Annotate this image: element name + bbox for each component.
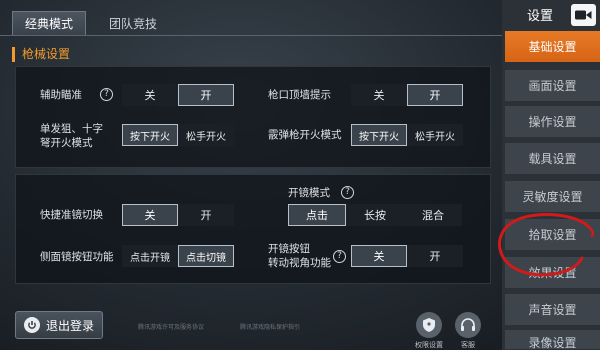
aim-assist-help-icon[interactable]: ? <box>100 88 113 101</box>
logout-button[interactable]: 退出登录 <box>15 311 103 339</box>
sidebar-item-graphics-settings[interactable]: 画面设置 <box>505 70 600 102</box>
headset-icon <box>455 312 481 338</box>
permission-settings-label: 权限设置 <box>415 341 443 349</box>
scope-rotate-view-toggle: 关 开 <box>351 245 463 267</box>
scope-settings-panel <box>15 174 491 284</box>
section-title-weapon-settings: 枪械设置 <box>12 47 70 62</box>
sidebar-item-replay-settings[interactable]: 录像设置 <box>505 330 600 350</box>
muzzle-wall-hint-on-option[interactable]: 开 <box>407 84 463 106</box>
sidebar-item-label: 录像设置 <box>528 336 577 350</box>
scope-mode-help-icon[interactable]: ? <box>341 186 354 199</box>
scope-mode-hold-option[interactable]: 长按 <box>346 204 404 226</box>
video-camera-icon[interactable] <box>571 4 596 26</box>
scope-mode-label: 开镜模式 <box>288 187 330 199</box>
aim-assist-label: 辅助瞄准 <box>40 89 82 101</box>
scope-mode-tap-option[interactable]: 点击 <box>288 204 346 226</box>
muzzle-wall-hint-toggle: 关 开 <box>351 84 463 106</box>
sniper-crossbow-fire-mode-label-line1: 单发狙、十字 <box>40 123 103 135</box>
license-agreement-link[interactable]: 腾讯游戏许可及服务协议 <box>138 322 204 331</box>
side-scope-button-toggle: 点击开镜 点击切镜 <box>122 245 234 267</box>
permission-settings-button[interactable]: 权限设置 <box>409 312 449 350</box>
scope-rotate-view-label-line2: 转动视角功能 <box>268 257 331 269</box>
sidebar-item-label: 效果设置 <box>528 266 577 280</box>
sniper-crossbow-fire-mode-toggle: 按下开火 松手开火 <box>122 124 234 146</box>
aim-assist-on-option[interactable]: 开 <box>178 84 234 106</box>
sidebar-item-label: 操作设置 <box>528 115 577 129</box>
logout-label: 退出登录 <box>46 318 95 333</box>
settings-screen: 经典模式 团队竞技 枪械设置 辅助瞄准 ? 关 开 枪口顶墙提示 关 开 单发狙… <box>0 0 600 350</box>
scope-rotate-view-label-line1: 开镜按钮 <box>268 243 310 255</box>
aim-assist-off-option[interactable]: 关 <box>122 84 178 106</box>
tab-team-deathmatch[interactable]: 团队竞技 <box>96 11 170 35</box>
muzzle-wall-hint-label: 枪口顶墙提示 <box>268 89 331 101</box>
scope-rotate-view-help-icon[interactable]: ? <box>333 250 346 263</box>
sidebar-item-label: 画面设置 <box>528 79 577 93</box>
sidebar-item-sensitivity-settings[interactable]: 灵敏度设置 <box>505 181 600 213</box>
privacy-guide-link[interactable]: 腾讯游戏隐私保护指引 <box>240 322 300 331</box>
quick-scope-switch-label: 快捷准镜切换 <box>40 209 103 221</box>
weapon-settings-panel <box>15 66 491 168</box>
side-button-scope-option[interactable]: 点击开镜 <box>122 245 178 267</box>
muzzle-wall-hint-off-option[interactable]: 关 <box>351 84 407 106</box>
shield-icon <box>416 312 442 338</box>
sidebar-item-sound-settings[interactable]: 声音设置 <box>505 294 600 326</box>
aim-assist-toggle: 关 开 <box>122 84 234 106</box>
scope-rotate-on-option[interactable]: 开 <box>407 245 463 267</box>
tab-divider <box>0 35 502 36</box>
sniper-crossbow-fire-mode-label-line2: 弩开火模式 <box>40 137 93 149</box>
scope-mode-selector: 点击 长按 混合 <box>288 204 462 226</box>
quick-scope-switch-toggle: 关 开 <box>122 204 234 226</box>
sidebar-item-label: 载具设置 <box>528 152 577 166</box>
scope-mode-mixed-option[interactable]: 混合 <box>404 204 462 226</box>
shotgun-fire-mode-toggle: 按下开火 松手开火 <box>351 124 463 146</box>
shotgun-press-fire-option[interactable]: 按下开火 <box>351 124 407 146</box>
customer-service-button[interactable]: 客服 <box>448 312 488 350</box>
sidebar-item-label: 声音设置 <box>528 303 577 317</box>
tab-classic-mode[interactable]: 经典模式 <box>12 11 86 35</box>
side-scope-button-label: 侧面镜按钮功能 <box>40 251 114 263</box>
sidebar-item-basic-settings[interactable]: 基础设置 <box>505 31 600 63</box>
side-button-switch-scope-option[interactable]: 点击切镜 <box>178 245 234 267</box>
sidebar-item-vehicle-settings[interactable]: 载具设置 <box>505 143 600 175</box>
quick-scope-off-option[interactable]: 关 <box>122 204 178 226</box>
sidebar-item-effects-settings[interactable]: 效果设置 <box>505 257 600 289</box>
scope-rotate-off-option[interactable]: 关 <box>351 245 407 267</box>
sidebar-item-control-settings[interactable]: 操作设置 <box>505 106 600 138</box>
sidebar-item-label: 灵敏度设置 <box>522 190 583 204</box>
customer-service-label: 客服 <box>461 341 475 349</box>
sidebar-title: 设置 <box>526 9 553 24</box>
quick-scope-on-option[interactable]: 开 <box>178 204 234 226</box>
sidebar-item-pickup-settings[interactable]: 拾取设置 <box>505 219 600 251</box>
shotgun-fire-mode-label: 霰弹枪开火模式 <box>268 129 342 141</box>
sniper-press-fire-option[interactable]: 按下开火 <box>122 124 178 146</box>
shotgun-release-fire-option[interactable]: 松手开火 <box>407 124 463 146</box>
sniper-release-fire-option[interactable]: 松手开火 <box>178 124 234 146</box>
logout-icon <box>24 317 40 333</box>
sidebar-item-label: 拾取设置 <box>528 228 577 242</box>
sidebar-item-label: 基础设置 <box>528 40 577 54</box>
